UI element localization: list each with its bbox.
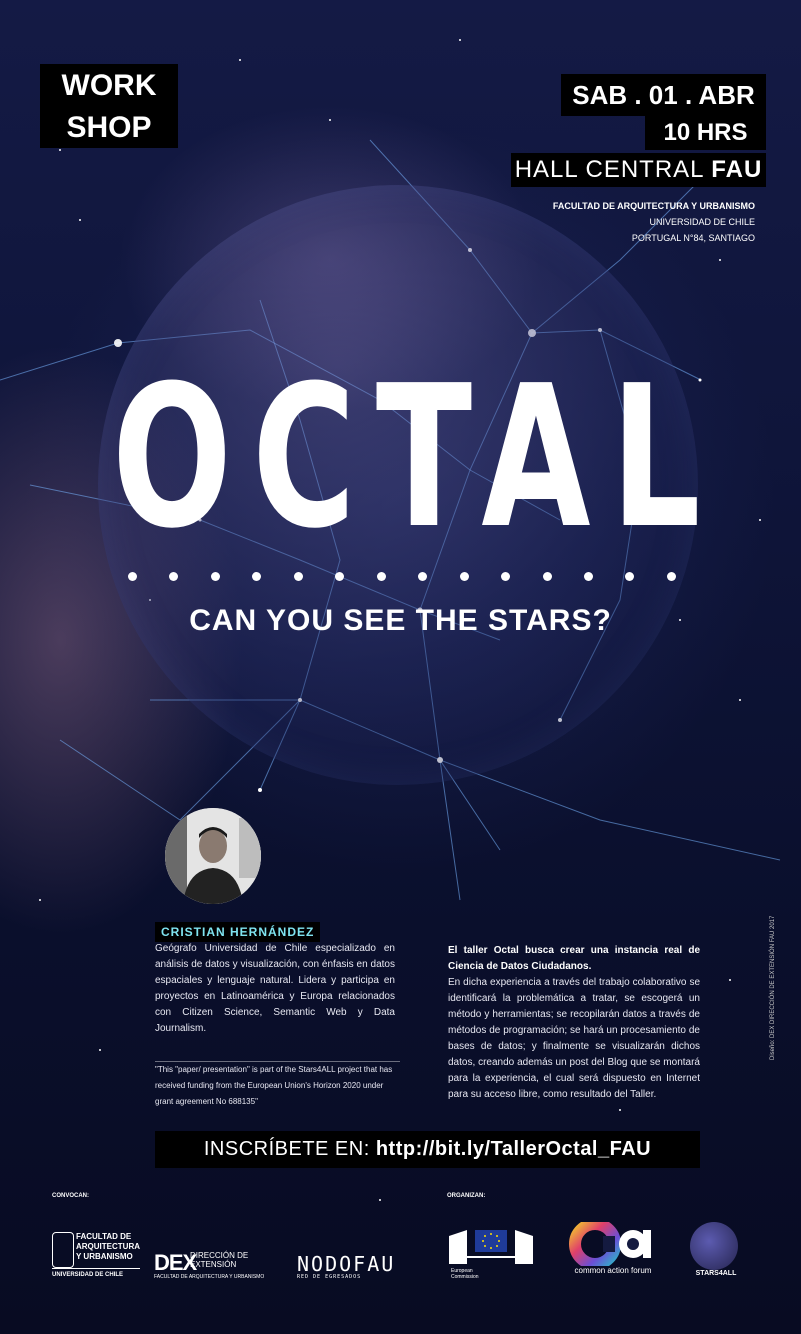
poster: WORK SHOP SAB . 01 . ABR 10 HRS HALL CEN… bbox=[0, 0, 801, 1334]
dex-logo: DEX DIRECCIÓN DE EXTENSIÓN FACULTAD DE A… bbox=[154, 1250, 274, 1282]
fau-logo-line1: FACULTAD DE bbox=[76, 1232, 132, 1241]
nodofau-logo-mark: NODOFAU bbox=[297, 1252, 396, 1276]
ec-building-icon bbox=[449, 1230, 533, 1264]
design-credit: Diseño: DEX DIRECCIÓN DE EXTENSIÓN FAU 2… bbox=[770, 915, 776, 1060]
ec-logo-line2: Commission bbox=[451, 1274, 479, 1280]
common-action-forum-logo: common action forum bbox=[563, 1218, 663, 1282]
speaker-bio: Geógrafo Universidad de Chile especializ… bbox=[155, 943, 395, 1034]
signup-prefix: INSCRÍBETE EN: bbox=[203, 1138, 376, 1160]
workshop-label-line1: WORK bbox=[40, 64, 178, 108]
fau-logo-line2: ARQUITECTURA bbox=[76, 1242, 140, 1251]
funding-note: "This "paper/ presentation" is part of t… bbox=[155, 1061, 400, 1110]
address-line3: PORTUGAL N°84, SANTIAGO bbox=[631, 233, 755, 243]
tagline: CAN YOU SEE THE STARS? bbox=[189, 604, 612, 637]
caf-ca-icon bbox=[569, 1218, 651, 1270]
main-title: OCTAL bbox=[112, 344, 721, 572]
address-line1: FACULTAD DE ARQUITECTURA Y URBANISMO bbox=[552, 201, 755, 211]
venue-prefix: HALL CENTRAL bbox=[514, 156, 712, 183]
fau-logo-line4: UNIVERSIDAD DE CHILE bbox=[52, 1268, 140, 1280]
dex-logo-line2: EXTENSIÓN bbox=[190, 1260, 237, 1269]
fau-logo: FACULTAD DE ARQUITECTURA Y URBANISMO UNI… bbox=[52, 1228, 142, 1278]
description-body: En dicha experiencia a través del trabaj… bbox=[448, 977, 700, 1100]
speaker-avatar bbox=[165, 808, 261, 904]
event-venue: HALL CENTRAL FAU bbox=[511, 153, 766, 187]
venue-bold: FAU bbox=[711, 156, 763, 183]
stars4all-globe-icon bbox=[690, 1222, 738, 1270]
signup-link[interactable]: http://bit.ly/TallerOctal_FAU bbox=[376, 1138, 651, 1160]
convocan-label: CONVOCAN: bbox=[52, 1193, 89, 1199]
fau-logo-line3: Y URBANISMO bbox=[76, 1252, 133, 1261]
speaker-photo-icon bbox=[165, 808, 261, 904]
event-time: 10 HRS bbox=[645, 116, 766, 150]
european-commission-logo: European Commission bbox=[447, 1226, 535, 1282]
dex-logo-foot: FACULTAD DE ARQUITECTURA Y URBANISMO bbox=[154, 1274, 265, 1280]
stars4all-logo-name: STARS4ALL bbox=[695, 1270, 737, 1277]
stars4all-logo: STARS4ALL bbox=[686, 1222, 746, 1282]
speaker-name: CRISTIAN HERNÁNDEZ bbox=[155, 922, 321, 942]
event-date: SAB . 01 . ABR bbox=[561, 74, 766, 116]
dex-logo-line1: DIRECCIÓN DE bbox=[190, 1251, 249, 1260]
address-line2: UNIVERSIDAD DE CHILE bbox=[649, 217, 755, 227]
workshop-description: El taller Octal busca crear una instanci… bbox=[448, 943, 700, 1103]
fau-seal-icon bbox=[52, 1232, 74, 1268]
signup-banner: INSCRÍBETE EN: http://bit.ly/TallerOctal… bbox=[155, 1131, 700, 1168]
nodofau-logo: NODOFAU RED DE EGRESADOS bbox=[297, 1252, 395, 1280]
organizan-label: ORGANIZAN: bbox=[447, 1193, 486, 1199]
caf-logo-name: common action forum bbox=[574, 1266, 652, 1275]
dot-divider bbox=[128, 572, 676, 581]
description-lead: El taller Octal busca crear una instanci… bbox=[448, 945, 700, 972]
venue-address: FACULTAD DE ARQUITECTURA Y URBANISMO UNI… bbox=[553, 198, 755, 246]
workshop-label-line2: SHOP bbox=[40, 108, 178, 148]
